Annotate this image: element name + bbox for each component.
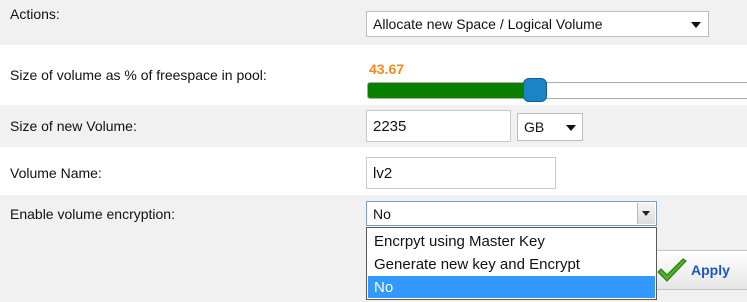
volume-name-input[interactable]: lv2 [366,157,556,189]
volume-name-label: Volume Name: [10,165,102,181]
dropdown-option-no[interactable]: No [368,276,655,298]
size-percent-value: 43.67 [369,61,405,77]
actions-label: Actions: [10,6,60,22]
size-unit-value: GB [524,119,545,135]
dropdown-arrow-button[interactable] [637,203,655,224]
size-new-label: Size of new Volume: [10,118,137,134]
actions-select[interactable]: Allocate new Space / Logical Volume [366,11,709,37]
volume-form: Actions: Allocate new Space / Logical Vo… [0,0,747,302]
encryption-label: Enable volume encryption: [10,206,175,222]
encryption-select[interactable]: No [366,201,657,226]
chevron-down-icon [642,211,650,216]
volume-name-value: lv2 [373,164,393,182]
actions-select-value: Allocate new Space / Logical Volume [373,16,603,32]
dropdown-option-master-key[interactable]: Encrpyt using Master Key [368,230,655,252]
checkmark-icon [657,258,687,282]
apply-button-label: Apply [691,262,730,278]
chevron-down-icon [691,22,701,28]
encryption-select-value: No [373,205,391,222]
chevron-down-icon [566,125,576,131]
dropdown-option-generate-key[interactable]: Generate new key and Encrypt [368,253,655,275]
size-new-value: 2235 [373,117,407,135]
size-percent-slider[interactable] [367,82,747,99]
size-new-input[interactable]: 2235 [366,110,511,142]
encryption-dropdown-list: Encrpyt using Master Key Generate new ke… [366,227,657,300]
slider-fill [368,83,536,98]
size-unit-select[interactable]: GB [517,113,583,141]
slider-handle[interactable] [523,78,547,102]
size-percent-label: Size of volume as % of freespace in pool… [10,67,267,83]
